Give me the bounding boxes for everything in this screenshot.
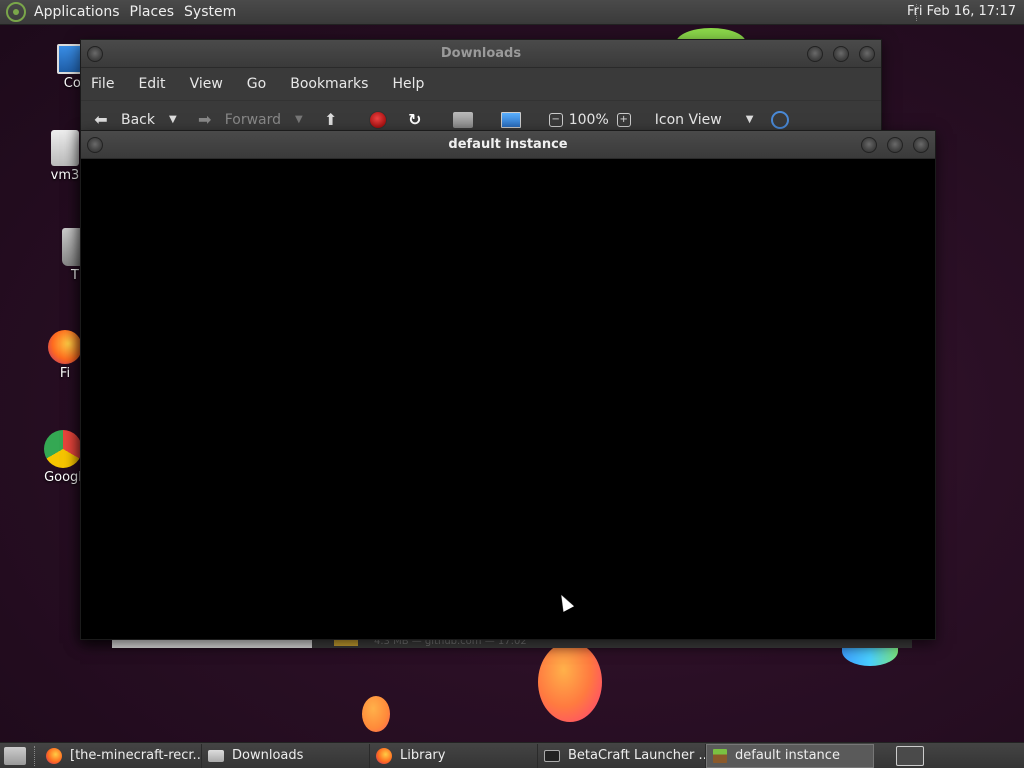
minimize-button[interactable]: [861, 137, 877, 153]
mouse-cursor-icon: [555, 592, 575, 612]
task-label: Library: [400, 748, 446, 763]
workspace-switcher[interactable]: [896, 746, 924, 766]
back-button[interactable]: ⬅ Back ▼: [91, 110, 177, 130]
clock[interactable]: Fri Feb 16, 17:17: [907, 4, 1016, 19]
wallpaper-bubble-orange: [538, 642, 602, 722]
stop-icon: [368, 110, 387, 129]
window-title: default instance: [448, 137, 568, 152]
zoom-control: − 100% +: [548, 112, 637, 128]
terminal-icon: [544, 749, 560, 762]
chevron-down-icon[interactable]: ▼: [295, 114, 303, 125]
task-label: BetaCraft Launcher ...: [568, 748, 706, 763]
system-menu[interactable]: System: [182, 4, 244, 20]
menu-help[interactable]: Help: [392, 76, 424, 92]
zoom-in-icon[interactable]: +: [616, 112, 631, 127]
folder-icon: [208, 749, 224, 762]
downloads-titlebar[interactable]: Downloads: [81, 40, 881, 68]
menu-edit[interactable]: Edit: [138, 76, 165, 92]
taskbar-item-library[interactable]: Library: [370, 743, 538, 768]
menu-go[interactable]: Go: [247, 76, 266, 92]
arrow-left-icon: ⬅: [94, 110, 108, 129]
default-instance-titlebar[interactable]: default instance: [81, 131, 935, 159]
menubar: File Edit View Go Bookmarks Help: [81, 68, 881, 100]
forward-button[interactable]: ➡ Forward ▼: [195, 110, 303, 130]
home-icon: [452, 111, 473, 128]
menu-file[interactable]: File: [91, 76, 114, 92]
firefox-icon: [46, 747, 62, 764]
taskbar-item-betacraft[interactable]: BetaCraft Launcher ...: [538, 743, 706, 768]
window-menu-button[interactable]: [87, 46, 103, 62]
arrow-right-icon: ➡: [198, 110, 212, 129]
window-menu-button[interactable]: [87, 137, 103, 153]
zoom-out-icon[interactable]: −: [548, 112, 563, 127]
chevron-down-icon: ▼: [745, 114, 754, 125]
maximize-button[interactable]: [833, 46, 849, 62]
firefox-icon: [376, 747, 392, 764]
home-button[interactable]: [452, 111, 483, 128]
close-button[interactable]: [913, 137, 929, 153]
show-desktop-icon[interactable]: [4, 746, 26, 765]
minecraft-icon: [713, 748, 727, 763]
task-label: [the-minecraft-recr...: [70, 748, 202, 763]
menu-view[interactable]: View: [190, 76, 223, 92]
forward-label: Forward: [224, 111, 282, 128]
reload-button[interactable]: ↻: [405, 110, 435, 130]
stop-button[interactable]: [368, 110, 387, 129]
places-menu[interactable]: Places: [128, 4, 183, 20]
default-instance-window: default instance: [80, 130, 936, 640]
bottom-panel: [the-minecraft-recr... Downloads Library…: [0, 742, 1024, 768]
chevron-down-icon[interactable]: ▼: [169, 114, 177, 125]
chrome-icon: [44, 430, 82, 468]
firefox-icon: [48, 330, 82, 364]
close-button[interactable]: [859, 46, 875, 62]
game-canvas[interactable]: [81, 159, 935, 639]
reload-icon: ↻: [408, 110, 422, 129]
zoom-level[interactable]: 100%: [569, 112, 609, 128]
applications-menu[interactable]: Applications: [32, 4, 128, 20]
taskbar-item-downloads[interactable]: Downloads: [202, 743, 370, 768]
computer-button[interactable]: [500, 111, 531, 128]
arrow-up-icon: ⬆: [324, 110, 338, 129]
view-mode-select[interactable]: Icon View ▼: [655, 112, 754, 128]
taskbar-item-firefox-minecraft[interactable]: [the-minecraft-recr...: [40, 743, 202, 768]
task-label: default instance: [735, 748, 840, 763]
view-mode-label: Icon View: [654, 111, 722, 128]
menu-bookmarks[interactable]: Bookmarks: [290, 76, 368, 92]
back-label: Back: [121, 111, 155, 128]
top-panel: Applications Places System Fri Feb 16, 1…: [0, 0, 1024, 25]
wallpaper-bubble-orange-small: [362, 696, 390, 732]
task-label: Downloads: [232, 748, 304, 763]
maximize-button[interactable]: [887, 137, 903, 153]
vm-icon: [51, 130, 79, 166]
computer-icon: [500, 111, 521, 128]
up-button[interactable]: ⬆: [321, 110, 351, 130]
taskbar-item-default-instance[interactable]: default instance: [706, 743, 874, 768]
search-button[interactable]: [771, 110, 790, 129]
window-title: Downloads: [440, 46, 522, 61]
panel-separator: [34, 745, 36, 766]
menu-logo-icon[interactable]: [6, 2, 26, 22]
search-icon: [771, 110, 790, 129]
minimize-button[interactable]: [807, 46, 823, 62]
